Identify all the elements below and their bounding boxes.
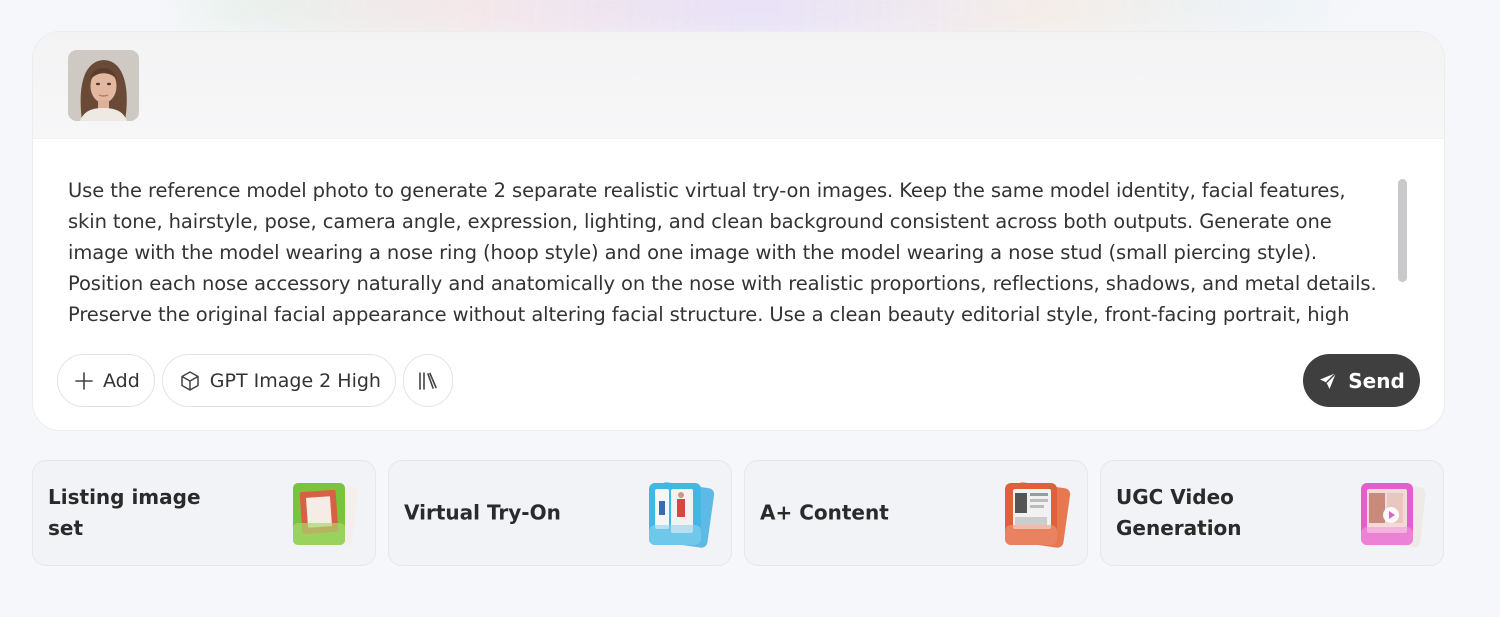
- composer-toolbar: Add GPT Image 2 High: [57, 354, 453, 407]
- paper-plane-icon: [1320, 372, 1337, 389]
- card-label: UGC Video Generation: [1116, 485, 1242, 540]
- card-virtual-try-on[interactable]: Virtual Try-On: [388, 460, 732, 566]
- portrait-photo: [68, 50, 139, 121]
- add-button-label: Add: [103, 369, 140, 392]
- cube-icon: [181, 370, 199, 391]
- card-label: A+ Content: [760, 500, 889, 525]
- listing-image-set-art: [293, 482, 358, 546]
- plus-icon: [75, 371, 93, 390]
- attachment-thumbnail[interactable]: [68, 50, 139, 121]
- prompt-scrollbar[interactable]: [1398, 179, 1407, 282]
- prompt-textarea[interactable]: Use the reference model photo to generat…: [68, 175, 1388, 330]
- add-button[interactable]: Add: [57, 354, 155, 407]
- card-label: Virtual Try-On: [404, 500, 561, 525]
- a-plus-content-art: [1005, 482, 1071, 548]
- card-a-plus-content[interactable]: A+ Content: [744, 460, 1088, 566]
- virtual-try-on-art: [649, 482, 715, 548]
- attachment-strip: [33, 32, 1444, 139]
- library-icon: [419, 371, 437, 390]
- model-selector-label: GPT Image 2 High: [209, 369, 381, 392]
- card-ugc-video-generation[interactable]: UGC Video Generation: [1100, 460, 1444, 566]
- send-button[interactable]: Send: [1303, 354, 1420, 407]
- model-selector-button[interactable]: GPT Image 2 High: [161, 354, 396, 407]
- prompt-composer: Use the reference model photo to generat…: [32, 31, 1445, 431]
- card-label: Listing image set: [48, 485, 201, 540]
- send-button-label: Send: [1348, 368, 1405, 393]
- template-cards: Listing image set Virtual Try-On A+ Cont…: [32, 460, 1444, 566]
- library-button[interactable]: [402, 354, 453, 407]
- card-listing-image-set[interactable]: Listing image set: [32, 460, 376, 566]
- ugc-video-generation-art: [1361, 482, 1426, 548]
